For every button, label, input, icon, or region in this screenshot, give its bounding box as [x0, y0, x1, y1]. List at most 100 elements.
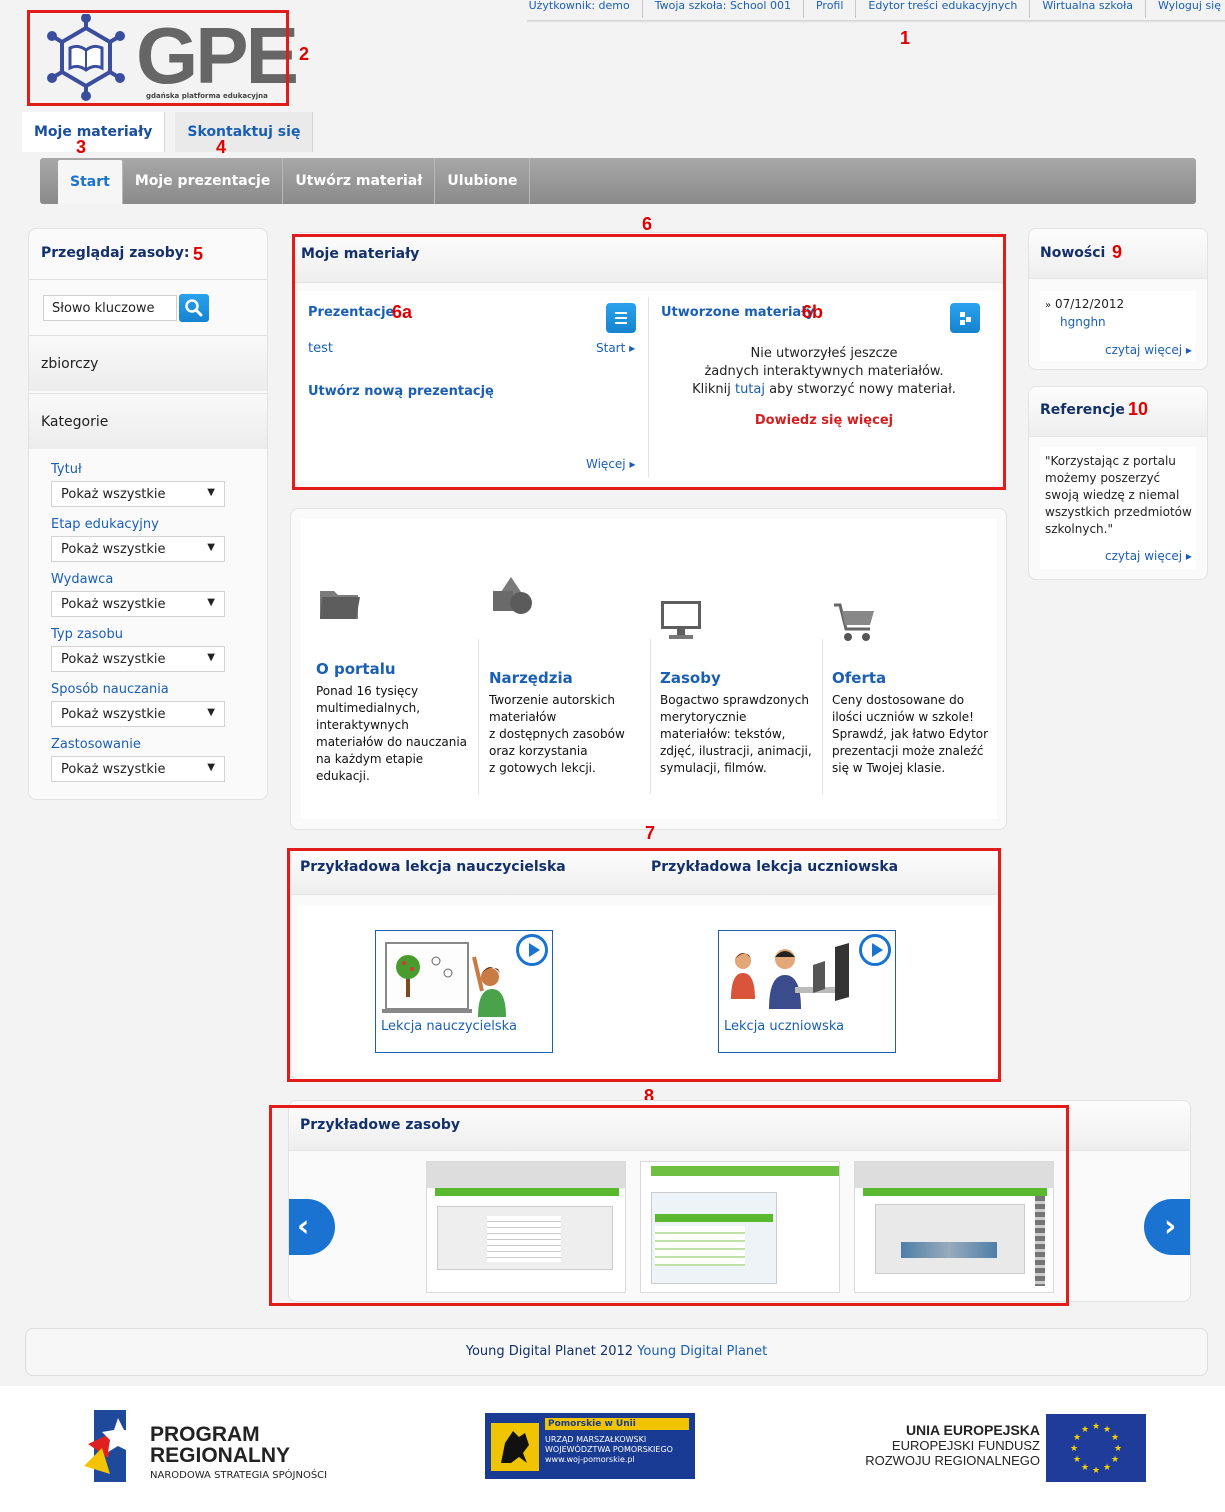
filter-select-publisher[interactable]: Pokaż wszystkie ▼: [51, 591, 225, 617]
pomorskie-text: URZĄD MARSZAŁKOWSKI WOJEWÓDZTWA POMORSKI…: [545, 1435, 673, 1465]
feature-line: materiałów: tekstów,: [660, 727, 786, 741]
teacher-lesson-card[interactable]: Lekcja nauczycielska: [375, 930, 553, 1053]
program-regionalny-logo: PROGRAM REGIONALNY NARODOWA STRATEGIA SP…: [80, 1404, 340, 1488]
feature-title-tools[interactable]: Narzędzia: [489, 669, 573, 687]
presentations-list-button[interactable]: [606, 303, 636, 333]
divider: [650, 639, 651, 794]
learn-more-link[interactable]: Dowiedz się więcej: [651, 413, 997, 428]
feature-line: z gotowych lekcji.: [489, 761, 596, 775]
filter-select-stage[interactable]: Pokaż wszystkie ▼: [51, 536, 225, 562]
eu-line-3: ROZWOJU REGIONALNEGO: [865, 1453, 1040, 1468]
svg-text:★: ★: [1114, 1444, 1122, 1454]
search-button[interactable]: [179, 294, 209, 322]
subnav-start[interactable]: Start: [58, 160, 123, 204]
filter-select-title[interactable]: Pokaż wszystkie ▼: [51, 481, 225, 507]
keyword-search-input[interactable]: Słowo kluczowe: [43, 295, 177, 321]
presentation-start-link[interactable]: Start ▸: [596, 341, 635, 355]
username-link[interactable]: demo: [599, 0, 630, 12]
program-text: PROGRAM REGIONALNY: [150, 1424, 290, 1466]
folder-icon: [320, 591, 360, 619]
logo-subtitle: gdańska platforma edukacyjna: [146, 92, 268, 100]
annotation-1: 1: [900, 28, 911, 48]
feature-title-about[interactable]: O portalu: [316, 660, 396, 678]
references-read-more[interactable]: czytaj więcej ▸: [1105, 549, 1192, 563]
feature-line: zdjęć, ilustracji, animacji,: [660, 744, 812, 758]
feature-line: edukacji.: [316, 769, 370, 783]
resource-thumbnail-2[interactable]: [640, 1161, 840, 1293]
subnav-create-material[interactable]: Utwórz materiał: [283, 158, 436, 204]
filter-label: Zastosowanie: [51, 737, 141, 752]
resource-thumbnail-1[interactable]: [426, 1161, 626, 1293]
top-user-nav: Użytkownik: demo Twoja szkoła: School 00…: [517, 0, 1225, 18]
subnav-my-presentations[interactable]: Moje prezentacje: [123, 158, 284, 204]
thumb-bar: [651, 1166, 839, 1176]
more-presentations-link[interactable]: Więcej ▸: [586, 457, 636, 471]
feature-title-offer[interactable]: Oferta: [832, 669, 886, 687]
shapes-icon: [493, 577, 532, 614]
quote-line: swoją wiedzę z niemal: [1045, 488, 1180, 502]
tab-my-materials[interactable]: Moje materiały: [22, 112, 166, 152]
pomorskie-line: WOJEWÓDZTWA POMORSKIEGO: [545, 1445, 673, 1454]
sidebar-item-categories[interactable]: Kategorie: [29, 393, 267, 449]
profile-link[interactable]: Profil: [804, 0, 857, 18]
student-lesson-card[interactable]: Lekcja uczniowska: [718, 930, 896, 1053]
presentation-item-test[interactable]: test: [308, 341, 333, 356]
griffin-emblem-icon: [491, 1423, 539, 1471]
eu-flag-icon: ★ ★★★ ★★★★ ★★★★: [1046, 1414, 1146, 1482]
chevron-right-icon: ›: [1164, 1209, 1177, 1244]
created-materials-button[interactable]: [950, 303, 980, 333]
teacher-lesson-title: Przykładowa lekcja nauczycielska: [300, 859, 566, 875]
feature-line: prezentacji może znaleźć: [832, 744, 984, 758]
arrow-right-icon: ▸: [629, 457, 636, 471]
no-materials-message: Nie utworzyłeś jeszcze żadnych interakty…: [651, 345, 997, 399]
school-link[interactable]: Twoja szkoła: School 001: [643, 0, 804, 18]
eu-text: UNIA EUROPEJSKA EUROPEJSKI FUNDUSZ ROZWO…: [840, 1422, 1040, 1468]
feature-line: merytorycznie: [660, 710, 747, 724]
footer-link[interactable]: Young Digital Planet: [637, 1344, 767, 1359]
filter-label: Tytuł: [51, 462, 82, 477]
carousel-prev-button[interactable]: ‹: [289, 1199, 335, 1255]
thumb-header: [427, 1162, 625, 1188]
filter-label: Sposób nauczania: [51, 682, 169, 697]
filter-select-teaching-method[interactable]: Pokaż wszystkie ▼: [51, 701, 225, 727]
footer: Young Digital Planet 2012 Young Digital …: [25, 1328, 1208, 1376]
resource-thumbnail-3[interactable]: [854, 1161, 1054, 1293]
feature-title-resources[interactable]: Zasoby: [660, 669, 721, 687]
divider: [29, 279, 267, 280]
svg-text:★: ★: [1111, 1433, 1119, 1443]
create-presentation-link[interactable]: Utwórz nową prezentację: [308, 384, 494, 399]
feature-line: ilości uczniów w szkole!: [832, 710, 974, 724]
sidebar-item-zbiorczy[interactable]: zbiorczy: [29, 335, 267, 391]
filter-select-application[interactable]: Pokaż wszystkie ▼: [51, 756, 225, 782]
play-icon[interactable]: [516, 934, 548, 966]
chevron-down-icon: ▼: [207, 487, 215, 498]
tab-contact[interactable]: Skontaktuj się: [175, 112, 314, 152]
annotation-5: 5: [193, 244, 204, 264]
filter-select-resource-type[interactable]: Pokaż wszystkie ▼: [51, 646, 225, 672]
news-read-more[interactable]: czytaj więcej ▸: [1105, 343, 1192, 357]
carousel-next-button[interactable]: ›: [1144, 1199, 1190, 1255]
student-lesson-link[interactable]: Lekcja uczniowska: [724, 1019, 844, 1034]
divider: [822, 639, 823, 794]
here-link[interactable]: tutaj: [735, 382, 765, 397]
eu-funding-band: PROGRAM REGIONALNY NARODOWA STRATEGIA SP…: [0, 1386, 1225, 1512]
presentations-title[interactable]: Prezentacje: [308, 305, 394, 320]
logout-link[interactable]: Wyloguj się: [1146, 0, 1225, 18]
chevron-left-icon: ‹: [297, 1209, 310, 1244]
thumb-bar: [435, 1188, 619, 1196]
subnav-favorites[interactable]: Ulubione: [435, 158, 531, 204]
svg-text:★: ★: [1070, 1444, 1078, 1454]
my-materials-panel: Moje materiały Prezentacje test Start ▸ …: [292, 232, 1006, 488]
top-divider: [527, 20, 1225, 23]
virtual-school-link[interactable]: Wirtualna szkoła: [1030, 0, 1146, 18]
created-materials-title[interactable]: Utworzone materiały: [661, 305, 815, 320]
chevron-down-icon: ▼: [207, 597, 215, 608]
play-icon[interactable]: [859, 934, 891, 966]
editor-link[interactable]: Edytor treści edukacyjnych: [856, 0, 1031, 18]
teacher-lesson-link[interactable]: Lekcja nauczycielska: [381, 1019, 517, 1034]
eu-line-2: EUROPEJSKI FUNDUSZ: [891, 1438, 1040, 1453]
divider: [478, 639, 479, 794]
news-item-link[interactable]: hgnghn: [1060, 315, 1106, 329]
search-icon: [185, 299, 203, 317]
gpe-logo[interactable]: GPE gdańska platforma edukacyjna: [38, 14, 299, 102]
